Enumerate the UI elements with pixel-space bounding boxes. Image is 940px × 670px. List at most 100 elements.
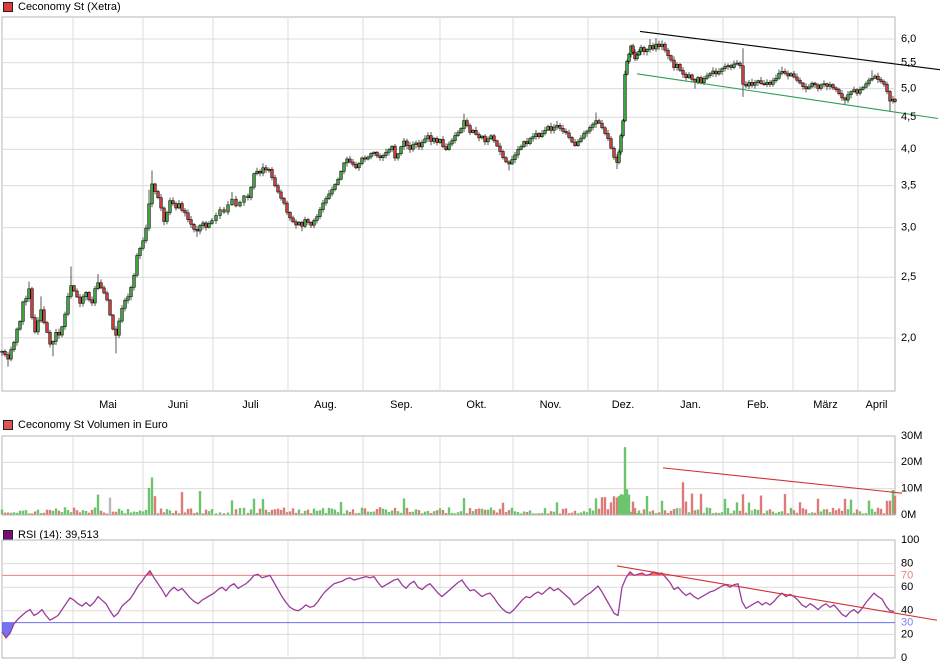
volume-bar — [771, 511, 775, 515]
candle-body — [168, 200, 172, 213]
volume-bar — [354, 513, 358, 515]
volume-bar — [885, 500, 889, 515]
candle-body — [765, 81, 769, 85]
candle-body — [297, 221, 301, 226]
candle-body — [480, 135, 484, 139]
volume-bar — [186, 508, 190, 515]
volume-bar — [561, 508, 565, 515]
volume-bar — [765, 510, 769, 515]
candle-body — [663, 43, 667, 51]
candle-body — [804, 86, 808, 90]
volume-bar — [699, 493, 703, 515]
candle-body — [279, 191, 283, 199]
candle-body — [264, 167, 268, 171]
candle-body — [252, 173, 256, 188]
volume-bar — [522, 511, 526, 515]
candle-body — [468, 125, 472, 133]
volume-bar — [249, 509, 253, 515]
volume-bar — [462, 498, 466, 515]
candle-body — [132, 274, 136, 288]
candle-body — [147, 203, 151, 229]
volume-bar — [696, 509, 700, 515]
volume-bar — [549, 511, 553, 515]
candle-body — [381, 155, 385, 159]
volume-bar — [159, 508, 163, 515]
volume-bar — [552, 511, 556, 515]
candle-body — [849, 91, 853, 96]
volume-bar — [210, 509, 214, 515]
volume-bar — [471, 511, 475, 515]
volume-bar — [230, 500, 234, 515]
volume-bar — [543, 508, 547, 515]
candle-body — [242, 195, 246, 203]
volume-bar — [780, 511, 784, 515]
volume-bar — [501, 502, 505, 515]
rsi-downtrend — [616, 565, 938, 621]
candle-body — [423, 138, 427, 143]
volume-bar — [573, 510, 577, 515]
candle-body — [828, 84, 832, 87]
candle-body — [303, 219, 307, 227]
volume-bar — [297, 509, 301, 515]
candle-body — [342, 162, 346, 172]
candle-body — [27, 288, 31, 299]
volume-bar — [690, 493, 694, 515]
volume-bar — [108, 497, 112, 515]
candle-body — [42, 309, 46, 323]
candle-body — [738, 62, 742, 67]
volume-bar — [717, 512, 721, 515]
candle-body — [261, 167, 265, 174]
volume-bar — [750, 510, 754, 515]
candle-body — [831, 84, 835, 89]
volume-bar — [102, 512, 106, 515]
volume-bar — [564, 508, 568, 515]
volume-bar — [531, 513, 535, 515]
candle-body — [207, 223, 211, 228]
candle-body — [387, 149, 391, 153]
volume-bar — [537, 513, 541, 515]
candle-body — [645, 49, 649, 53]
volume-axis-label: 20M — [901, 456, 922, 468]
volume-bar — [876, 507, 880, 515]
rsi-axis-label: 30 — [901, 617, 913, 629]
volume-bar — [276, 508, 280, 515]
candle-body — [477, 134, 481, 139]
candle-body — [93, 288, 97, 304]
candle-body — [723, 66, 727, 69]
volume-bar — [456, 512, 460, 515]
candle-body — [267, 169, 271, 171]
candle-body — [840, 93, 844, 99]
candle-body — [204, 222, 208, 228]
month-label: Okt. — [466, 399, 486, 411]
volume-downtrend — [662, 467, 903, 494]
volume-bar — [246, 512, 250, 515]
candle-body — [441, 139, 445, 147]
candle-body — [282, 197, 286, 204]
candle-body — [273, 177, 277, 187]
candle-body — [744, 83, 748, 87]
candle-body — [129, 287, 133, 298]
volume-bar — [669, 510, 673, 515]
candle-body — [246, 195, 250, 198]
candle-body — [789, 73, 793, 77]
volume-bar — [681, 482, 685, 515]
volume-bar — [642, 509, 646, 515]
volume-bar — [214, 513, 218, 515]
volume-bar — [534, 513, 538, 515]
candle-body — [657, 43, 661, 47]
volume-bar — [777, 511, 781, 515]
volume-bar — [645, 495, 649, 515]
volume-axis-label: 10M — [901, 483, 922, 495]
candle-body — [522, 141, 526, 147]
candle-body — [306, 219, 310, 223]
candle-body — [126, 296, 130, 301]
candle-body — [672, 59, 676, 68]
candle-body — [528, 138, 532, 144]
candle-body — [159, 197, 163, 209]
candle-body — [834, 87, 838, 90]
candle-body — [534, 133, 538, 137]
candle-body — [816, 84, 820, 89]
volume-bar — [123, 513, 127, 515]
volume-bar — [837, 508, 841, 515]
volume-bar — [0, 509, 4, 515]
